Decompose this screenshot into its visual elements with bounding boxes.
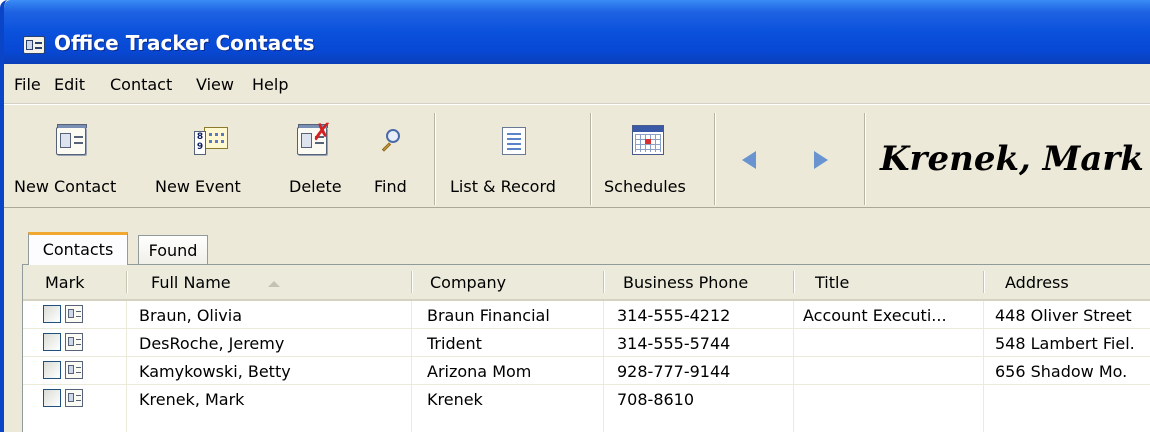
previous-arrow-icon[interactable] — [742, 151, 756, 169]
cell-address: 656 Shadow Mo. — [995, 362, 1128, 381]
table-row[interactable]: Krenek, Mark Krenek 708-8610 — [23, 385, 1150, 413]
toolbar-separator — [590, 113, 592, 205]
delete-icon: ✗ — [297, 120, 333, 155]
content-area: Contacts Found Mark Full Name Company Bu… — [4, 207, 1150, 432]
column-address[interactable]: Address — [1005, 265, 1069, 299]
contacts-table: Mark Full Name Company Business Phone Ti… — [22, 265, 1150, 432]
column-full-name[interactable]: Full Name — [151, 265, 231, 299]
column-title[interactable]: Title — [815, 265, 849, 299]
title-bar[interactable]: Office Tracker Contacts — [4, 0, 1150, 64]
cell-company: Trident — [427, 334, 482, 353]
table-row[interactable]: Kamykowski, Betty Arizona Mom 928-777-91… — [23, 357, 1150, 385]
cell-business-phone: 928-777-9144 — [617, 362, 731, 381]
cell-full-name: Krenek, Mark — [139, 390, 245, 409]
cell-business-phone: 314-555-5744 — [617, 334, 731, 353]
cell-company: Krenek — [427, 390, 483, 409]
new-event-label: New Event — [155, 177, 241, 196]
menu-file[interactable]: File — [14, 75, 41, 94]
toolbar-separator — [864, 113, 866, 205]
list-record-label: List & Record — [450, 177, 556, 196]
column-mark[interactable]: Mark — [45, 265, 84, 299]
list-icon — [502, 127, 526, 155]
find-button[interactable]: Find — [364, 105, 426, 208]
app-window: Office Tracker Contacts File Edit Contac… — [0, 0, 1150, 432]
find-label: Find — [374, 177, 407, 196]
cell-full-name: DesRoche, Jeremy — [139, 334, 285, 353]
cell-full-name: Braun, Olivia — [139, 306, 243, 325]
contact-card-icon — [65, 361, 83, 379]
toolbar-separator — [434, 113, 436, 205]
cell-business-phone: 708-8610 — [617, 390, 695, 409]
tab-contacts-label: Contacts — [42, 240, 114, 259]
menu-bar: File Edit Contact View Help — [4, 64, 1150, 104]
current-contact-name: Krenek, Mark — [880, 139, 1144, 179]
tab-contacts[interactable]: Contacts — [28, 232, 128, 265]
table-row[interactable]: Braun, Olivia Braun Financial 314-555-42… — [23, 301, 1150, 329]
toolbar: New Contact 89 New Event ✗ Delete Find L… — [4, 104, 1150, 207]
schedules-label: Schedules — [604, 177, 686, 196]
menu-edit[interactable]: Edit — [54, 75, 85, 94]
contact-card-icon — [65, 389, 83, 407]
new-contact-icon — [56, 124, 87, 155]
menu-contact[interactable]: Contact — [110, 75, 172, 94]
mark-checkbox[interactable] — [43, 361, 61, 379]
calendar-icon — [632, 125, 664, 155]
list-record-button[interactable]: List & Record — [440, 105, 582, 208]
new-contact-label: New Contact — [14, 177, 117, 196]
cell-business-phone: 314-555-4212 — [617, 306, 731, 325]
menu-view[interactable]: View — [196, 75, 234, 94]
delete-button[interactable]: ✗ Delete — [279, 105, 359, 208]
cell-address: 548 Lambert Fiel. — [995, 334, 1135, 353]
tab-found-label: Found — [148, 241, 198, 260]
table-row[interactable]: DesRoche, Jeremy Trident 314-555-5744 54… — [23, 329, 1150, 357]
cell-address: 448 Oliver Street — [995, 306, 1132, 325]
schedules-button[interactable]: Schedules — [596, 105, 708, 208]
mark-checkbox[interactable] — [43, 333, 61, 351]
new-contact-button[interactable]: New Contact — [4, 105, 144, 208]
column-business-phone[interactable]: Business Phone — [623, 265, 748, 299]
cell-company: Braun Financial — [427, 306, 550, 325]
cell-company: Arizona Mom — [427, 362, 532, 381]
new-event-icon: 89 — [194, 127, 228, 157]
cell-title: Account Executi... — [803, 306, 947, 325]
contact-card-icon — [65, 333, 83, 351]
table-header: Mark Full Name Company Business Phone Ti… — [23, 265, 1150, 301]
cell-full-name: Kamykowski, Betty — [139, 362, 291, 381]
column-company[interactable]: Company — [430, 265, 506, 299]
menu-help[interactable]: Help — [252, 75, 288, 94]
toolbar-separator — [714, 113, 716, 205]
magnifier-icon — [378, 127, 402, 155]
contact-card-icon — [23, 36, 45, 54]
delete-label: Delete — [289, 177, 342, 196]
window-title: Office Tracker Contacts — [54, 31, 315, 55]
tab-found[interactable]: Found — [138, 235, 208, 264]
new-event-button[interactable]: 89 New Event — [149, 105, 274, 208]
mark-checkbox[interactable] — [43, 389, 61, 407]
sort-ascending-icon — [268, 281, 280, 287]
contact-card-icon — [65, 305, 83, 323]
mark-checkbox[interactable] — [43, 305, 61, 323]
next-arrow-icon[interactable] — [814, 151, 828, 169]
